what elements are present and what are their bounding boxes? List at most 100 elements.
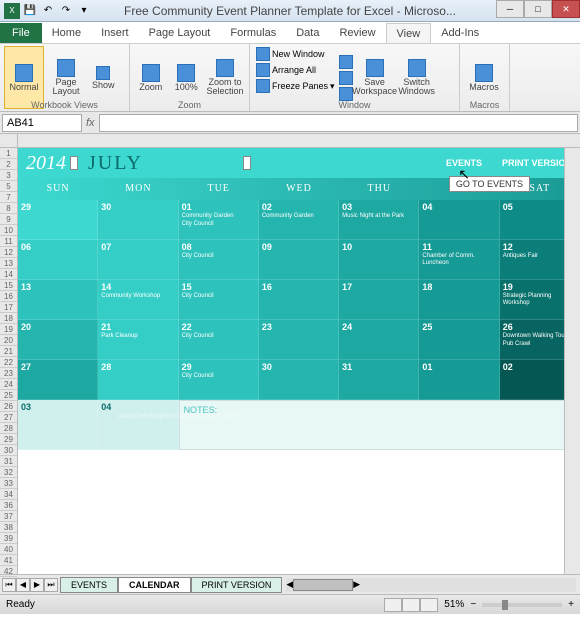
row-header[interactable]: 37 [0,511,17,522]
sheet-tab-print[interactable]: PRINT VERSION [191,577,283,593]
calendar-cell[interactable]: 08City Council [179,240,259,280]
row-header[interactable]: 19 [0,324,17,335]
fx-icon[interactable]: fx [86,117,95,129]
calendar-cell[interactable]: 07 [98,240,178,280]
calendar-cell[interactable]: 17 [339,280,419,320]
row-header[interactable]: 22 [0,357,17,368]
row-header[interactable]: 30 [0,445,17,456]
undo-icon[interactable]: ↶ [40,3,56,19]
row-header[interactable]: 18 [0,313,17,324]
tab-nav-last[interactable]: ⏭ [44,578,58,592]
hide-icon[interactable] [339,71,353,85]
row-header[interactable]: 17 [0,302,17,313]
tab-page-layout[interactable]: Page Layout [139,23,221,43]
row-header[interactable]: 32 [0,467,17,478]
tab-insert[interactable]: Insert [91,23,139,43]
calendar-cell[interactable]: 02Community Garden [259,200,339,240]
zoom-slider[interactable] [482,603,562,607]
sheet-tab-events[interactable]: EVENTS [60,577,118,593]
redo-icon[interactable]: ↷ [58,3,74,19]
calendar-cell[interactable]: 24 [339,320,419,360]
unhide-icon[interactable] [339,87,353,101]
year-spinner[interactable] [70,156,78,170]
row-header[interactable]: 14 [0,269,17,280]
row-header[interactable]: 10 [0,225,17,236]
row-header[interactable]: 16 [0,291,17,302]
tab-nav-first[interactable]: ⏮ [2,578,16,592]
calendar-cell[interactable]: 20 [18,320,98,360]
row-header[interactable]: 39 [0,533,17,544]
calendar-cell[interactable]: 13 [18,280,98,320]
vertical-scrollbar[interactable] [564,148,580,574]
calendar-cell[interactable]: 28 [98,360,178,400]
tab-view[interactable]: View [386,23,432,43]
calendar-cell[interactable]: 11Chamber of Comm. Luncheon [419,240,499,280]
zoom-in-button[interactable]: + [568,599,574,610]
formula-bar[interactable] [99,114,578,132]
split-icon[interactable] [339,55,353,69]
calendar-cell[interactable]: 25 [419,320,499,360]
row-header[interactable]: 20 [0,335,17,346]
row-header[interactable]: 41 [0,555,17,566]
row-header[interactable]: 5 [0,181,17,192]
calendar-cell[interactable]: 31 [339,360,419,400]
calendar-cell[interactable]: 06 [18,240,98,280]
page-layout-icon[interactable] [402,598,420,612]
row-header[interactable]: 40 [0,544,17,555]
row-header[interactable]: 31 [0,456,17,467]
calendar-cell[interactable]: 15City Council [179,280,259,320]
row-header[interactable]: 12 [0,247,17,258]
row-header[interactable]: 9 [0,214,17,225]
row-header[interactable]: 15 [0,280,17,291]
minimize-button[interactable]: ─ [496,0,524,18]
notes-area[interactable]: NOTES: [179,400,580,450]
normal-view-icon[interactable] [384,598,402,612]
tab-home[interactable]: Home [42,23,91,43]
close-button[interactable]: ✕ [552,0,580,18]
calendar-cell[interactable]: 21Park Cleanup [98,320,178,360]
row-header[interactable]: 28 [0,423,17,434]
row-header[interactable]: 34 [0,489,17,500]
calendar-cell[interactable]: 04 [419,200,499,240]
row-header[interactable]: 26 [0,401,17,412]
tab-nav-next[interactable]: ▶ [30,578,44,592]
calendar-cell[interactable]: 01 [419,360,499,400]
calendar-cell[interactable]: 27 [18,360,98,400]
row-header[interactable]: 42 [0,566,17,577]
name-box[interactable]: AB41 [2,114,82,132]
tab-addins[interactable]: Add-Ins [431,23,489,43]
month-spinner[interactable] [243,156,251,170]
calendar-cell[interactable]: 18 [419,280,499,320]
calendar-cell[interactable]: 30 [259,360,339,400]
print-version-link[interactable]: PRINT VERSION [502,158,572,168]
calendar-cell[interactable]: 10 [339,240,419,280]
select-all-corner[interactable] [0,134,17,148]
qat-dropdown-icon[interactable]: ▾ [76,3,92,19]
file-tab[interactable]: File [0,23,42,43]
calendar-cell[interactable]: 23 [259,320,339,360]
calendar-cell[interactable]: 30 [98,200,178,240]
calendar-cell[interactable]: 03 [18,400,98,450]
row-header[interactable]: 13 [0,258,17,269]
tab-review[interactable]: Review [329,23,385,43]
calendar-cell[interactable]: 03Music Night at the Park [339,200,419,240]
calendar-cell[interactable]: 14Community Workshop [98,280,178,320]
tab-data[interactable]: Data [286,23,329,43]
row-header[interactable]: 29 [0,434,17,445]
tab-nav-prev[interactable]: ◀ [16,578,30,592]
new-window-button[interactable]: New Window [254,46,337,62]
row-header[interactable]: 2 [0,159,17,170]
maximize-button[interactable]: □ [524,0,552,18]
calendar-cell[interactable]: 09 [259,240,339,280]
row-header[interactable]: 21 [0,346,17,357]
sheet-content[interactable]: 2014 JULY EVENTS PRINT VERSION ↖ GO TO E… [18,134,580,574]
row-header[interactable]: 24 [0,379,17,390]
freeze-panes-button[interactable]: Freeze Panes ▾ [254,78,337,94]
row-header[interactable]: 7 [0,192,17,203]
calendar-cell[interactable]: 29 [18,200,98,240]
save-icon[interactable]: 💾 [22,3,38,19]
row-header[interactable]: 25 [0,390,17,401]
calendar-cell[interactable]: 16 [259,280,339,320]
row-header[interactable]: 8 [0,203,17,214]
row-header[interactable]: 36 [0,500,17,511]
